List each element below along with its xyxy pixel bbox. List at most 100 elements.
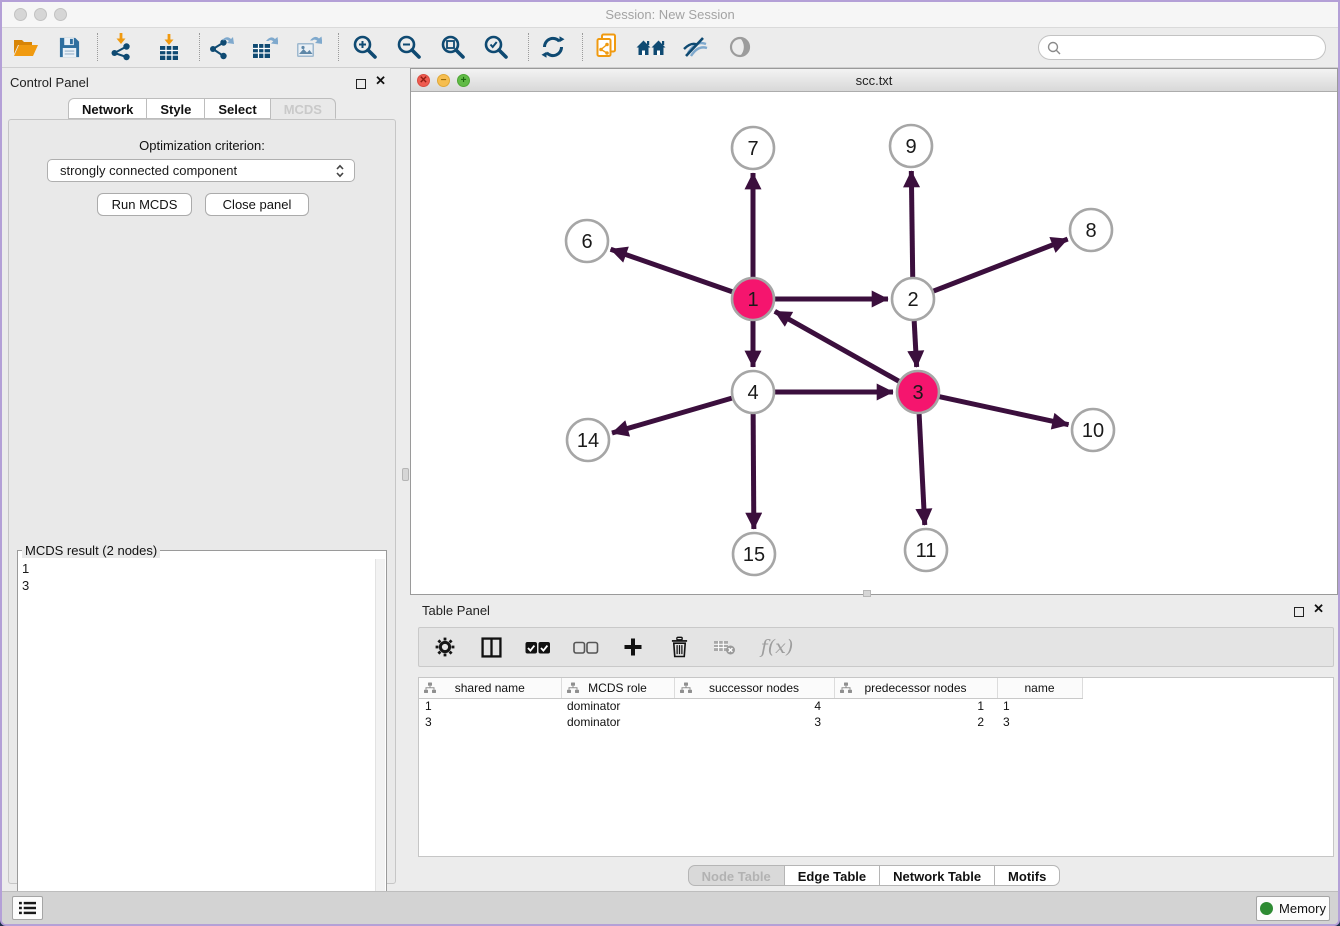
create-column-button[interactable] bbox=[619, 633, 647, 661]
edge-2-3[interactable] bbox=[914, 321, 916, 367]
table-settings-button[interactable] bbox=[431, 633, 459, 661]
select-all-button[interactable] bbox=[523, 633, 553, 661]
network-canvas[interactable]: 7 9 6 8 1 2 4 3 14 10 15 11 bbox=[411, 92, 1337, 594]
import-table-button[interactable] bbox=[153, 31, 185, 63]
task-history-button[interactable] bbox=[12, 896, 43, 920]
tab-style[interactable]: Style bbox=[147, 98, 205, 119]
table-cell-filler bbox=[1082, 698, 1333, 714]
table-cell[interactable]: 1 bbox=[834, 698, 997, 714]
deselect-all-button[interactable] bbox=[571, 633, 601, 661]
delete-column-button[interactable] bbox=[665, 633, 693, 661]
table-cell[interactable]: 3 bbox=[419, 714, 561, 730]
show-details-button[interactable] bbox=[724, 31, 756, 63]
optimization-criterion-label: Optimization criterion: bbox=[9, 138, 395, 153]
table-cell[interactable]: 2 bbox=[834, 714, 997, 730]
float-table-panel-button[interactable] bbox=[1294, 604, 1304, 622]
node-9[interactable]: 9 bbox=[890, 125, 932, 167]
network-graph[interactable]: 7 9 6 8 1 2 4 3 14 10 15 11 bbox=[411, 92, 1337, 594]
edge-4-15[interactable] bbox=[753, 414, 754, 529]
svg-text:6: 6 bbox=[581, 231, 592, 253]
node-15[interactable]: 15 bbox=[733, 533, 775, 575]
horizontal-splitter-handle[interactable] bbox=[863, 590, 871, 597]
node-table[interactable]: shared nameMCDS rolesuccessor nodesprede… bbox=[418, 677, 1334, 857]
node-7[interactable]: 7 bbox=[732, 127, 774, 169]
save-session-button[interactable] bbox=[53, 31, 85, 63]
table-cell[interactable]: dominator bbox=[561, 698, 674, 714]
export-image-button[interactable] bbox=[292, 31, 324, 63]
function-builder-button[interactable]: f(x) bbox=[757, 633, 797, 661]
new-network-from-selection-button[interactable] bbox=[592, 31, 624, 63]
close-panel-button[interactable]: ✕ bbox=[375, 76, 386, 86]
export-table-button[interactable] bbox=[248, 31, 280, 63]
tab-network[interactable]: Network bbox=[68, 98, 147, 119]
table-cell[interactable]: 1 bbox=[419, 698, 561, 714]
node-1[interactable]: 1 bbox=[732, 278, 774, 320]
export-network-button[interactable] bbox=[205, 31, 237, 63]
apply-layout-button[interactable] bbox=[537, 31, 569, 63]
node-10[interactable]: 10 bbox=[1072, 409, 1114, 451]
close-table-panel-button[interactable]: ✕ bbox=[1313, 604, 1324, 614]
table-panel: Table Panel ✕ bbox=[410, 598, 1338, 892]
tab-select[interactable]: Select bbox=[205, 98, 270, 119]
table-cell[interactable]: 3 bbox=[997, 714, 1082, 730]
column-header-predecessor-nodes[interactable]: predecessor nodes bbox=[834, 678, 997, 698]
hide-details-button[interactable] bbox=[679, 31, 711, 63]
float-panel-button[interactable] bbox=[356, 76, 366, 94]
delete-table-button[interactable] bbox=[711, 633, 739, 661]
edge-3-1[interactable] bbox=[775, 311, 899, 381]
fit-content-button[interactable] bbox=[437, 31, 469, 63]
node-6[interactable]: 6 bbox=[566, 220, 608, 262]
criterion-select[interactable]: strongly connected component bbox=[47, 159, 355, 182]
column-header-successor-nodes[interactable]: successor nodes bbox=[674, 678, 834, 698]
zoom-in-button[interactable] bbox=[349, 31, 381, 63]
svg-text:14: 14 bbox=[577, 430, 599, 452]
node-8[interactable]: 8 bbox=[1070, 209, 1112, 251]
edge-2-9[interactable] bbox=[911, 171, 912, 277]
svg-text:11: 11 bbox=[916, 540, 937, 562]
open-session-button[interactable] bbox=[10, 31, 42, 63]
zoom-out-button[interactable] bbox=[393, 31, 425, 63]
eye-icon bbox=[727, 34, 753, 60]
tab-motifs[interactable]: Motifs bbox=[995, 865, 1060, 886]
zoom-selected-button[interactable] bbox=[480, 31, 512, 63]
table-cell[interactable]: 3 bbox=[674, 714, 834, 730]
sort-hierarchy-icon bbox=[840, 682, 852, 694]
node-3[interactable]: 3 bbox=[897, 371, 939, 413]
tab-node-table[interactable]: Node Table bbox=[688, 865, 785, 886]
mcds-result-scrollbar[interactable] bbox=[375, 559, 385, 921]
node-4[interactable]: 4 bbox=[732, 371, 774, 413]
table-cell[interactable]: dominator bbox=[561, 714, 674, 730]
import-network-button[interactable] bbox=[105, 31, 137, 63]
tab-mcds[interactable]: MCDS bbox=[271, 98, 336, 119]
edge-4-14[interactable] bbox=[612, 398, 732, 433]
column-header-name[interactable]: name bbox=[997, 678, 1082, 698]
table-cell[interactable]: 1 bbox=[997, 698, 1082, 714]
column-header-mcds-role[interactable]: MCDS role bbox=[561, 678, 674, 698]
tab-network-table[interactable]: Network Table bbox=[880, 865, 995, 886]
memory-button[interactable]: Memory bbox=[1256, 896, 1330, 921]
edge-2-8[interactable] bbox=[934, 239, 1068, 291]
table-row[interactable]: 1dominator411 bbox=[419, 698, 1333, 714]
node-11[interactable]: 11 bbox=[905, 529, 947, 571]
node-2[interactable]: 2 bbox=[892, 278, 934, 320]
show-columns-button[interactable] bbox=[477, 633, 505, 661]
eye-slash-icon bbox=[681, 35, 709, 59]
vertical-splitter-handle[interactable] bbox=[402, 468, 409, 481]
table-row[interactable]: 3dominator323 bbox=[419, 714, 1333, 730]
svg-text:9: 9 bbox=[905, 136, 916, 158]
search-box[interactable] bbox=[1038, 35, 1326, 60]
column-header-shared-name[interactable]: shared name bbox=[419, 678, 561, 698]
run-mcds-button[interactable]: Run MCDS bbox=[97, 193, 192, 216]
node-14[interactable]: 14 bbox=[567, 419, 609, 461]
network-window-titlebar[interactable]: ✕ − + scc.txt bbox=[411, 69, 1337, 92]
toolbar-separator bbox=[582, 33, 583, 61]
edge-1-6[interactable] bbox=[611, 249, 733, 291]
edge-3-10[interactable] bbox=[939, 397, 1068, 425]
svg-text:2: 2 bbox=[907, 289, 918, 311]
edge-3-11[interactable] bbox=[919, 414, 925, 525]
search-input[interactable] bbox=[1066, 40, 1317, 56]
close-panel-inner-button[interactable]: Close panel bbox=[205, 193, 309, 216]
tab-edge-table[interactable]: Edge Table bbox=[785, 865, 880, 886]
home-button[interactable] bbox=[635, 31, 667, 63]
table-cell[interactable]: 4 bbox=[674, 698, 834, 714]
